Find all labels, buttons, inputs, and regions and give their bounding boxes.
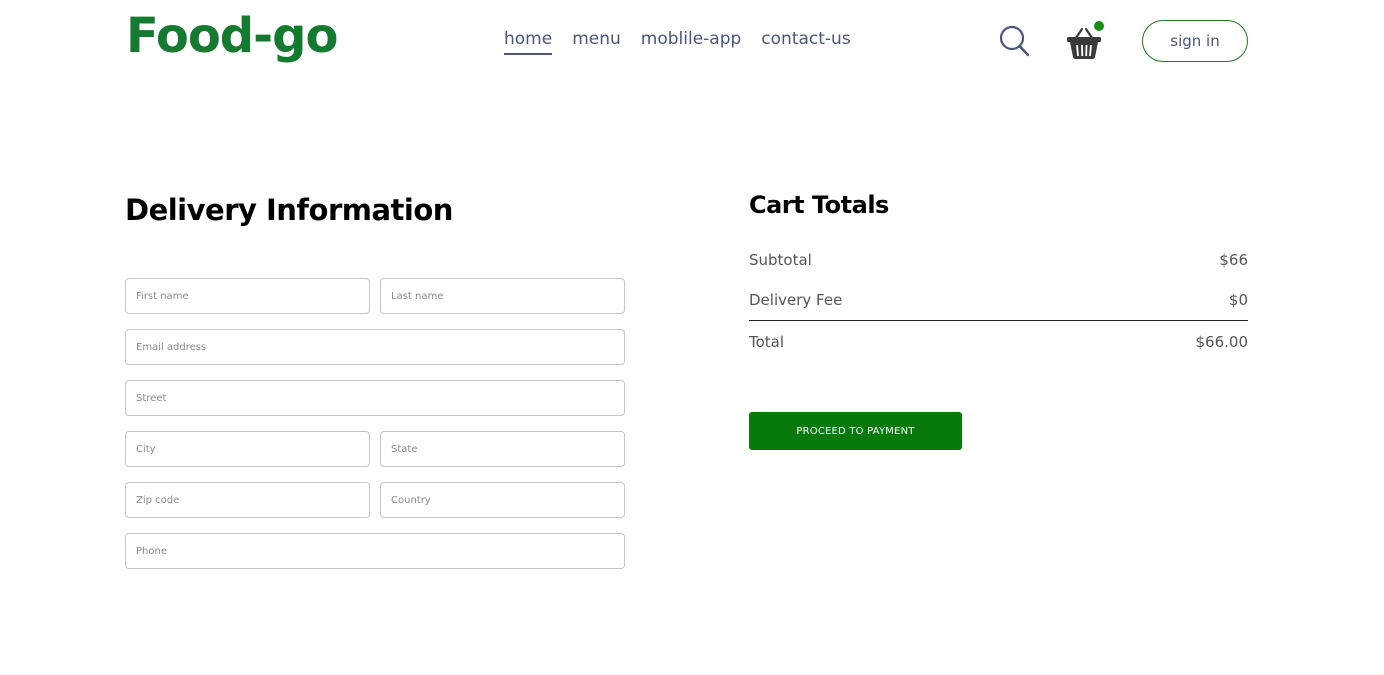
country-field[interactable] — [380, 482, 625, 518]
cart-totals-title: Cart Totals — [749, 191, 889, 219]
zip-country-row — [125, 482, 625, 518]
street-field[interactable] — [125, 380, 625, 416]
delivery-form — [125, 278, 625, 584]
last-name-field[interactable] — [380, 278, 625, 314]
city-state-row — [125, 431, 625, 467]
subtotal-label: Subtotal — [749, 251, 812, 269]
street-row — [125, 380, 625, 416]
zip-code-field[interactable] — [125, 482, 370, 518]
city-field[interactable] — [125, 431, 370, 467]
cart-totals: Cart Totals Subtotal $66 Delivery Fee $0… — [749, 188, 1248, 450]
delivery-fee-label: Delivery Fee — [749, 291, 843, 309]
state-field[interactable] — [380, 431, 625, 467]
phone-row — [125, 533, 625, 569]
name-row — [125, 278, 625, 314]
first-name-field[interactable] — [125, 278, 370, 314]
email-row — [125, 329, 625, 365]
proceed-to-payment-button[interactable]: PROCEED TO PAYMENT — [749, 412, 962, 450]
delivery-information: Delivery Information — [125, 190, 625, 569]
subtotal-value: $66 — [1219, 251, 1248, 269]
totals-divider — [749, 320, 1248, 321]
total-row: Total $66.00 — [749, 332, 1248, 352]
delivery-fee-value: $0 — [1228, 291, 1248, 309]
phone-field[interactable] — [125, 533, 625, 569]
email-field[interactable] — [125, 329, 625, 365]
delivery-fee-row: Delivery Fee $0 — [749, 290, 1248, 310]
delivery-title: Delivery Information — [125, 193, 453, 227]
total-value: $66.00 — [1195, 333, 1249, 351]
total-label: Total — [749, 333, 785, 351]
subtotal-row: Subtotal $66 — [749, 250, 1248, 270]
place-order-form: Delivery Information First name Last nam… — [0, 0, 1384, 675]
